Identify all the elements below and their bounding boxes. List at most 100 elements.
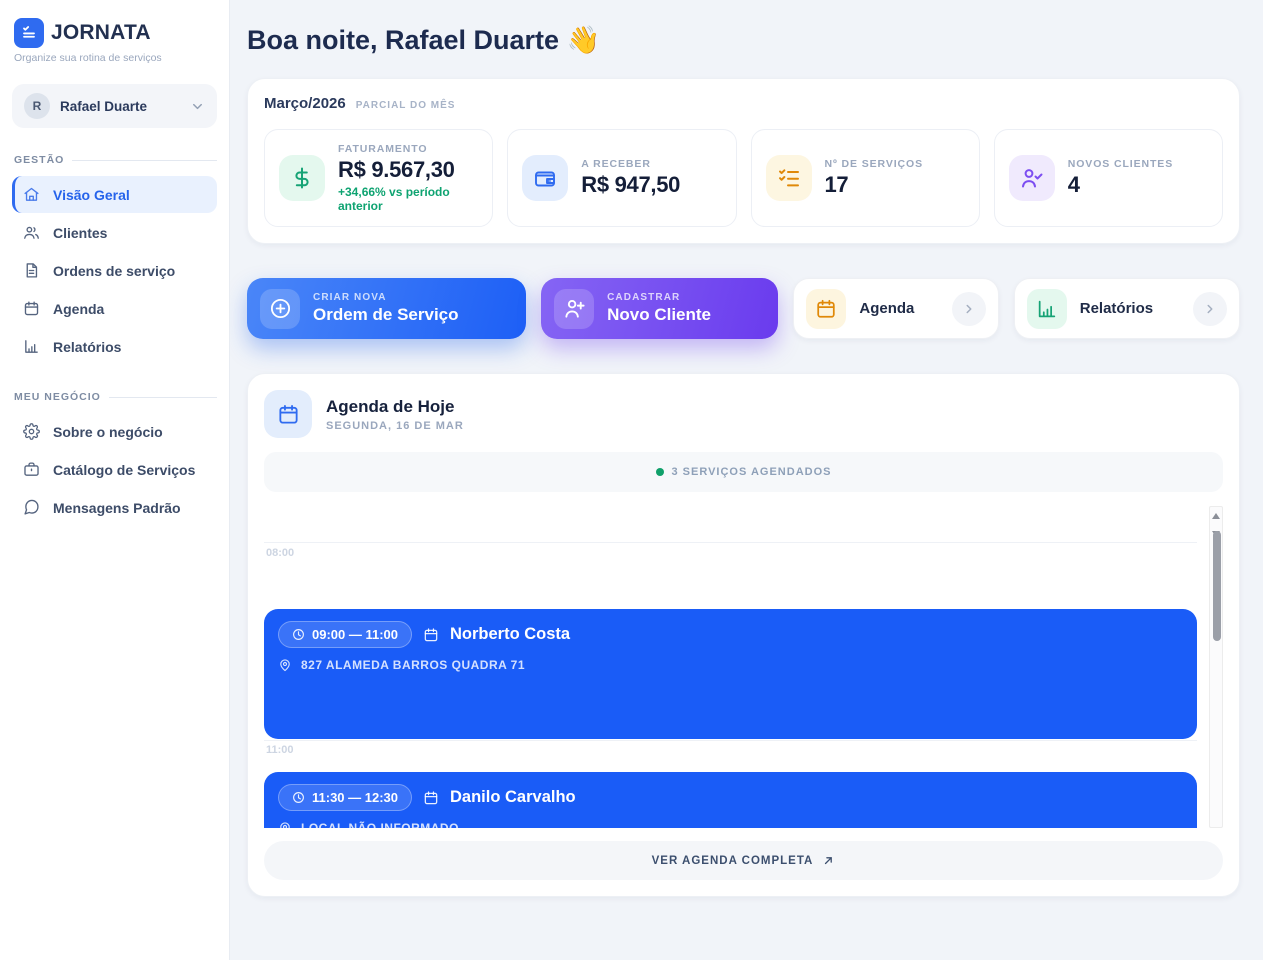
stat-label: FATURAMENTO: [338, 143, 478, 155]
chevron-right-icon: [952, 292, 986, 326]
page-title: Boa noite, Rafael Duarte 👋: [247, 24, 1240, 56]
sidebar-item-label: Mensagens Padrão: [53, 500, 181, 516]
clock-icon: [292, 628, 305, 641]
main-content: Boa noite, Rafael Duarte 👋 Março/2026 PA…: [230, 0, 1263, 960]
bar-chart-icon: [23, 338, 40, 355]
users-icon: [23, 224, 40, 241]
agenda-shortcut-button[interactable]: Agenda: [793, 278, 998, 339]
event-time: 09:00 — 11:00: [312, 627, 398, 642]
logo-checklist-icon: [14, 18, 44, 48]
chevron-down-icon: [190, 99, 205, 114]
relatorios-shortcut-button[interactable]: Relatórios: [1014, 278, 1240, 339]
sidebar-item-relatorios[interactable]: Relatórios: [12, 328, 217, 365]
dollar-icon: [279, 155, 325, 201]
sidebar-item-mensagens-padrao[interactable]: Mensagens Padrão: [12, 489, 217, 526]
wave-emoji: 👋: [567, 25, 601, 55]
stat-card-servicos: Nº DE SERVIÇOS 17: [751, 129, 980, 227]
stat-card-a-receber: A RECEBER R$ 947,50: [507, 129, 736, 227]
action-kicker: CRIAR NOVA: [313, 292, 459, 303]
sidebar-item-label: Visão Geral: [53, 187, 130, 203]
sidebar-item-sobre-o-negocio[interactable]: Sobre o negócio: [12, 413, 217, 450]
sidebar-item-label: Clientes: [53, 225, 107, 241]
action-label: Relatórios: [1080, 300, 1153, 317]
agenda-date: SEGUNDA, 16 DE MAR: [326, 420, 464, 432]
sidebar-item-ordens-de-servico[interactable]: Ordens de serviço: [12, 252, 217, 289]
sidebar-item-label: Agenda: [53, 301, 104, 317]
sidebar-item-label: Sobre o negócio: [53, 424, 163, 440]
avatar: R: [24, 93, 50, 119]
quick-actions: CRIAR NOVA Ordem de Serviço CADASTRAR No…: [247, 278, 1240, 339]
sidebar-item-clientes[interactable]: Clientes: [12, 214, 217, 251]
hour-gridline: [264, 542, 1197, 543]
section-gestao: GESTÃO: [12, 154, 217, 166]
chat-icon: [23, 499, 40, 516]
map-pin-icon: [278, 821, 292, 828]
create-service-order-button[interactable]: CRIAR NOVA Ordem de Serviço: [247, 278, 526, 339]
agenda-panel: Agenda de Hoje SEGUNDA, 16 DE MAR 3 SERV…: [247, 373, 1240, 897]
sidebar-item-agenda[interactable]: Agenda: [12, 290, 217, 327]
register-new-client-button[interactable]: CADASTRAR Novo Cliente: [541, 278, 778, 339]
stat-label: NOVOS CLIENTES: [1068, 158, 1173, 170]
stat-card-faturamento: FATURAMENTO R$ 9.567,30 +34,66% vs perío…: [264, 129, 493, 227]
calendar-icon: [264, 390, 312, 438]
event-card-norberto-costa[interactable]: 09:00 — 11:00 Norberto Costa 827 ALAMEDA…: [264, 609, 1197, 739]
event-client: Norberto Costa: [450, 625, 570, 644]
action-kicker: CADASTRAR: [607, 292, 711, 303]
gear-icon: [23, 423, 40, 440]
calendar-icon: [423, 790, 439, 806]
action-label: Ordem de Serviço: [313, 305, 459, 325]
agenda-title: Agenda de Hoje: [326, 397, 464, 417]
event-time-pill: 11:30 — 12:30: [278, 784, 412, 811]
clock-icon: [292, 791, 305, 804]
app-logo: JORNATA: [12, 18, 217, 48]
badge-text: 3 SERVIÇOS AGENDADOS: [672, 466, 832, 478]
briefcase-icon: [23, 461, 40, 478]
timeline-scrollbar[interactable]: [1209, 506, 1223, 828]
stat-label: Nº DE SERVIÇOS: [825, 158, 924, 170]
user-menu[interactable]: R Rafael Duarte: [12, 84, 217, 128]
sidebar: JORNATA Organize sua rotina de serviços …: [0, 0, 230, 960]
view-full-agenda-button[interactable]: VER AGENDA COMPLETA: [264, 841, 1223, 880]
event-card-danilo-carvalho[interactable]: 11:30 — 12:30 Danilo Carvalho LOCAL NÃO …: [264, 772, 1197, 828]
event-time-pill: 09:00 — 11:00: [278, 621, 412, 648]
user-name: Rafael Duarte: [60, 99, 147, 114]
agenda-timeline: 08:00 09:00 — 11:00 Norberto Costa 827 A…: [264, 506, 1223, 828]
action-label: Novo Cliente: [607, 305, 711, 325]
document-icon: [23, 262, 40, 279]
event-location: 827 ALAMEDA BARROS QUADRA 71: [301, 658, 525, 672]
stats-period: Março/2026: [264, 95, 346, 112]
action-label: Agenda: [859, 300, 914, 317]
sidebar-item-label: Ordens de serviço: [53, 263, 175, 279]
time-label: 11:00: [266, 744, 294, 756]
calendar-icon: [806, 289, 846, 329]
scheduled-count-badge: 3 SERVIÇOS AGENDADOS: [264, 452, 1223, 492]
stat-value: 17: [825, 172, 924, 198]
event-client: Danilo Carvalho: [450, 788, 576, 807]
event-location: LOCAL NÃO INFORMADO: [301, 821, 459, 828]
stat-card-novos-clientes: NOVOS CLIENTES 4: [994, 129, 1223, 227]
sidebar-item-catalogo-de-servicos[interactable]: Catálogo de Serviços: [12, 451, 217, 488]
home-icon: [23, 186, 40, 203]
app-tagline: Organize sua rotina de serviços: [12, 52, 217, 64]
event-time: 11:30 — 12:30: [312, 790, 398, 805]
chevron-right-icon: [1193, 292, 1227, 326]
green-dot-icon: [656, 468, 664, 476]
user-plus-icon: [554, 289, 594, 329]
hour-gridline: [264, 740, 1197, 741]
sidebar-item-label: Relatórios: [53, 339, 121, 355]
sidebar-item-visao-geral[interactable]: Visão Geral: [12, 176, 217, 213]
bar-chart-icon: [1027, 289, 1067, 329]
plus-circle-icon: [260, 289, 300, 329]
scrollbar-thumb[interactable]: [1213, 531, 1221, 641]
monthly-stats-panel: Março/2026 PARCIAL DO MÊS FATURAMENTO R$…: [247, 78, 1240, 244]
stat-value: 4: [1068, 172, 1173, 198]
scroll-up-arrow-icon[interactable]: [1212, 513, 1220, 519]
stat-value: R$ 9.567,30: [338, 157, 478, 183]
stat-delta: +34,66% vs período anterior: [338, 186, 478, 214]
stat-value: R$ 947,50: [581, 172, 680, 198]
arrow-up-right-icon: [822, 854, 835, 867]
calendar-icon: [23, 300, 40, 317]
sidebar-item-label: Catálogo de Serviços: [53, 462, 195, 478]
section-meu-negocio: MEU NEGÓCIO: [12, 391, 217, 403]
user-check-icon: [1009, 155, 1055, 201]
